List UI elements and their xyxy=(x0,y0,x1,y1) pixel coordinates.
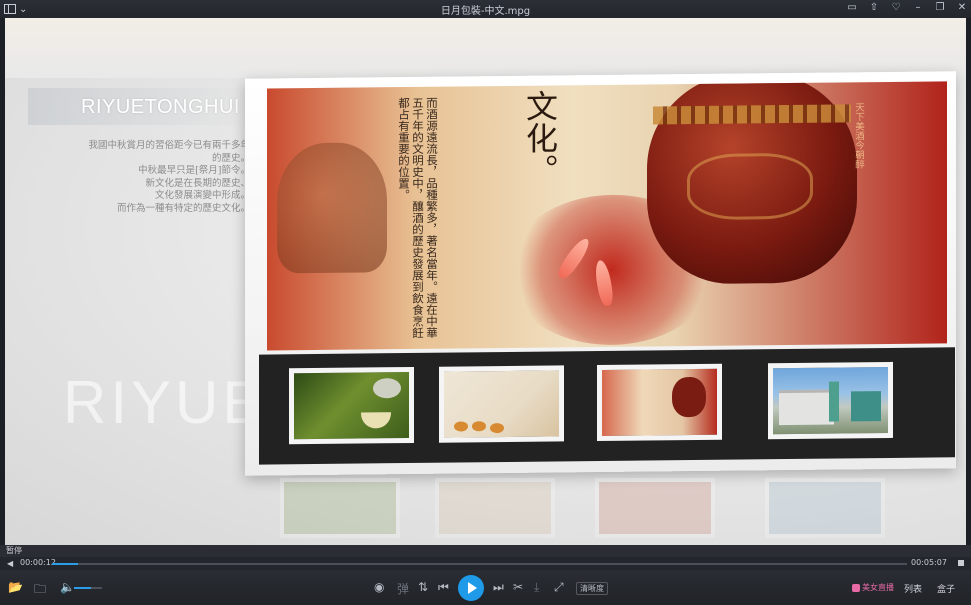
video-frame[interactable]: RIYUET RIYUETONGHUI 我國中秋賞月的習俗距今已有兩千多年 的歷… xyxy=(5,18,966,545)
description-line: 中秋最早只是[祭月]節令。 xyxy=(138,165,250,176)
reflection-tile xyxy=(595,478,715,538)
live-stream-label: 美女直播 xyxy=(862,583,894,592)
description-line: 我國中秋賞月的習俗距今已有兩千多年 xyxy=(88,140,250,151)
cut-icon[interactable]: ✂ xyxy=(513,580,523,594)
next-icon[interactable]: ⏭ xyxy=(493,580,504,595)
thumbnail-tea xyxy=(289,366,414,445)
quality-button[interactable]: 清晰度 xyxy=(576,582,608,595)
skin-icon[interactable]: ♡ xyxy=(891,2,901,13)
jar-dragon-pattern xyxy=(687,152,813,221)
control-bar: 📂 🗀 🔈 ◉ 弹 ⇅ ⏮ ⏭ ✂ ⤓ ⤢ 清晰度 美女直播 列表 盒子 xyxy=(0,570,971,605)
volume-icon[interactable]: 🔈 xyxy=(60,580,75,594)
thumbnail-factory xyxy=(768,361,893,440)
eye-protect-icon[interactable]: ◉ xyxy=(374,580,384,594)
reflection-tile xyxy=(765,478,885,538)
showcase-panel: 而酒源遠流長，品種繁多，著名當年。遠在中華五千年的文明史中，釀酒的歷史發展到飲食… xyxy=(245,71,956,476)
jar-pattern-band xyxy=(653,104,851,125)
fullscreen-icon[interactable]: ⤢ xyxy=(554,580,564,595)
live-icon xyxy=(852,583,860,592)
media-player-window: ⌄ 日月包裝-中文.mpg ▭ ⇧ ♡ – ❐ ✕ RIYUET RIYUETO… xyxy=(0,0,971,605)
stop-icon[interactable] xyxy=(958,560,964,566)
mooncake-icon xyxy=(472,421,486,432)
building-icon xyxy=(829,381,839,422)
brand-description: 我國中秋賞月的習俗距今已有兩千多年 的歷史。 中秋最早只是[祭月]節令。 新文化… xyxy=(60,140,250,215)
volume-level xyxy=(74,587,91,589)
building-icon xyxy=(851,391,881,422)
building-icon xyxy=(779,389,834,426)
playlist-button[interactable]: 列表 xyxy=(904,582,922,595)
volume-slider[interactable] xyxy=(74,587,102,589)
description-line: 新文化是在長期的歷史、 xyxy=(145,177,250,189)
description-line: 的歷史。 xyxy=(211,152,250,164)
status-bar: 暂停 xyxy=(0,545,971,557)
playback-status: 暂停 xyxy=(6,546,22,555)
progress-track[interactable] xyxy=(52,563,907,565)
poster-jar-text: 天下美酒今朝醉 xyxy=(853,102,864,169)
mooncake-icon xyxy=(490,423,504,434)
video-background xyxy=(5,18,966,78)
progress-fill xyxy=(52,563,78,565)
reflection-tile xyxy=(435,478,555,538)
seek-bar: ◀ 00:00:12 00:05:07 xyxy=(0,557,971,570)
total-duration: 00:05:07 xyxy=(911,558,947,567)
thumbnail-mid-autumn xyxy=(439,365,564,443)
box-button[interactable]: 盒子 xyxy=(937,582,955,595)
reflection-tile xyxy=(280,478,400,538)
teacup-icon xyxy=(361,412,391,429)
window-controls: ▭ ⇧ ♡ – ❐ ✕ xyxy=(847,2,967,13)
poster-vertical-text: 而酒源遠流長，品種繁多，著名當年。遠在中華五千年的文明史中，釀酒的歷史發展到飲食… xyxy=(397,96,439,339)
window-title: 日月包裝-中文.mpg xyxy=(440,5,531,17)
wine-jar-icon xyxy=(672,376,706,418)
open-folder-icon[interactable]: 🗀 xyxy=(34,580,46,601)
maximize-button[interactable]: ❐ xyxy=(935,2,945,13)
description-line: 文化發展演變中形成。 xyxy=(154,190,250,201)
brand-title: RIYUETONGHUI xyxy=(81,96,240,118)
close-button[interactable]: ✕ xyxy=(957,2,967,13)
live-stream-button[interactable]: 美女直播 xyxy=(852,582,894,593)
play-button[interactable] xyxy=(458,575,484,601)
title-bar: ⌄ 日月包裝-中文.mpg ▭ ⇧ ♡ – ❐ ✕ xyxy=(0,0,971,18)
wine-jar-image xyxy=(647,81,857,285)
mini-mode-icon[interactable]: ▭ xyxy=(847,2,857,13)
floor-reflection xyxy=(260,476,960,545)
poster-big-text: 文化。 xyxy=(521,89,559,186)
previous-icon[interactable]: ⏮ xyxy=(438,580,449,595)
minimize-button[interactable]: – xyxy=(913,2,923,13)
small-play-icon[interactable]: ◀ xyxy=(7,559,13,568)
pin-top-icon[interactable]: ⇧ xyxy=(869,2,879,13)
mooncake-icon xyxy=(454,421,468,432)
download-icon[interactable]: ⤓ xyxy=(534,580,539,595)
danmu-icon[interactable]: 弹 xyxy=(397,580,409,597)
poster-jar-background xyxy=(277,142,387,274)
current-time: 00:00:12 xyxy=(20,558,56,567)
teapot-icon xyxy=(373,378,401,399)
description-line: 而作為一種有特定的歷史文化。 xyxy=(116,202,250,214)
equalizer-icon[interactable]: ⇅ xyxy=(418,580,428,594)
culture-poster: 而酒源遠流長，品種繁多，著名當年。遠在中華五千年的文明史中，釀酒的歷史發展到飲食… xyxy=(267,81,947,351)
thumbnail-strip xyxy=(259,347,955,465)
open-file-icon[interactable]: 📂 xyxy=(8,580,23,594)
thumbnail-wine xyxy=(597,363,722,442)
